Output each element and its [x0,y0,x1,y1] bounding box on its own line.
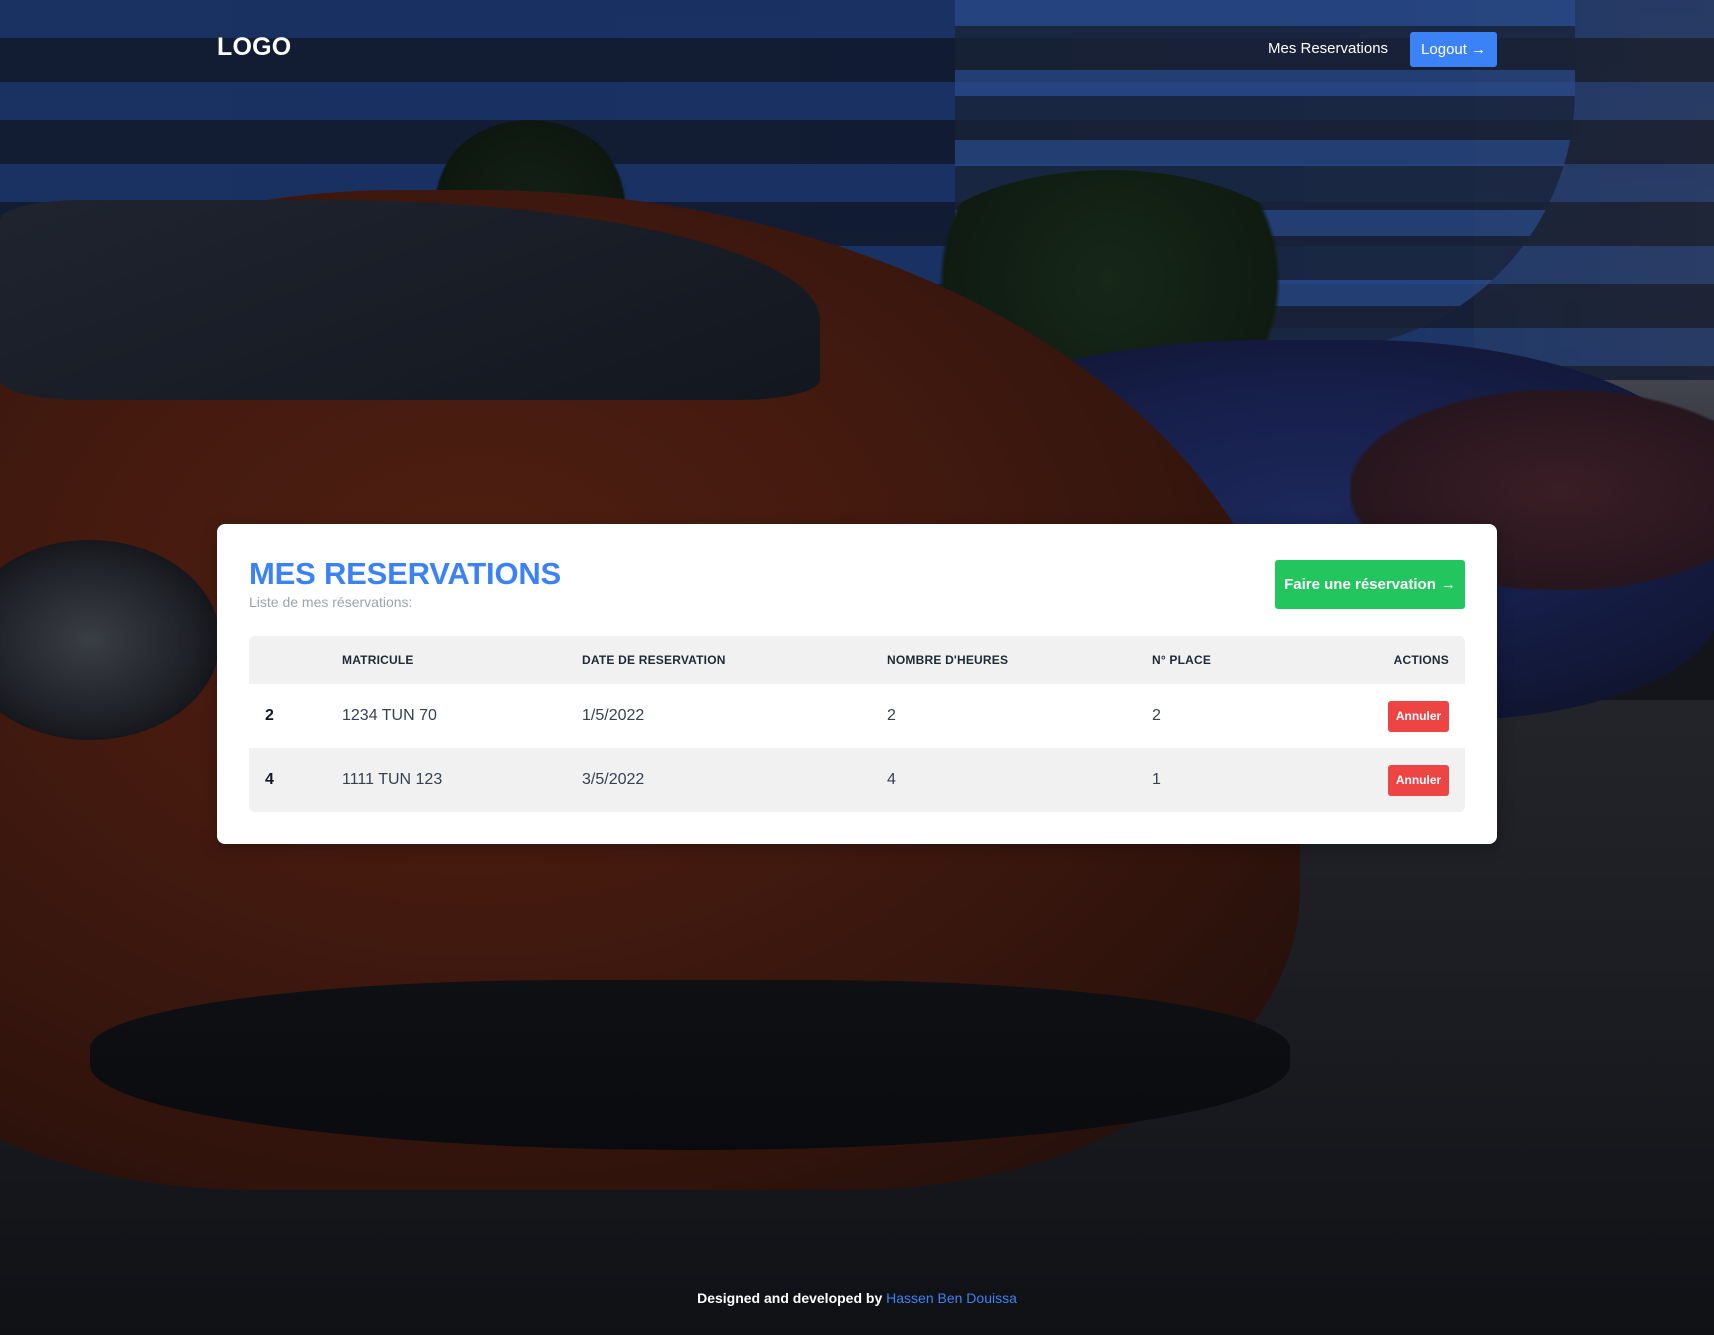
row-hours: 2 [887,707,896,724]
page-title: MES RESERVATIONS [249,556,562,591]
make-reservation-label: Faire une réservation [1284,576,1436,593]
page-subtitle: Liste de mes réservations: [249,594,413,610]
top-navbar: LOGO Mes Reservations Logout → [0,0,1714,100]
cancel-button[interactable]: Annuler [1388,764,1449,796]
reservations-card: MES RESERVATIONS Liste de mes réservatio… [217,524,1497,844]
make-reservation-button[interactable]: Faire une réservation → [1275,560,1465,609]
row-id: 2 [265,707,274,724]
row-matricule: 1234 TUN 70 [342,707,437,724]
footer-credit-text: Designed and developed by [697,1290,883,1306]
row-actions: Annuler [1388,684,1449,748]
column-header-place: N° PLACE [1152,653,1212,667]
table-row: 4 1111 TUN 123 3/5/2022 4 1 Annuler [249,748,1465,812]
column-header-actions: ACTIONS [1393,653,1449,667]
logo[interactable]: LOGO [217,33,291,62]
column-header-matricule: MATRICULE [342,653,414,667]
reservations-table: MATRICULE DATE DE RESERVATION NOMBRE D'H… [249,636,1465,812]
table-header: MATRICULE DATE DE RESERVATION NOMBRE D'H… [249,636,1465,684]
row-hours: 4 [887,771,896,788]
cancel-button[interactable]: Annuler [1388,700,1449,732]
logout-label: Logout [1421,41,1467,58]
page: LOGO Mes Reservations Logout → MES RESER… [0,0,1714,1335]
arrow-right-icon: → [1470,41,1486,58]
column-header-date: DATE DE RESERVATION [582,653,726,667]
row-date: 1/5/2022 [582,707,645,724]
footer-author-link[interactable]: Hassen Ben Douissa [886,1290,1017,1306]
row-id: 4 [265,771,274,788]
row-place: 1 [1152,771,1161,788]
footer: Designed and developed by Hassen Ben Dou… [0,1290,1714,1314]
row-place: 2 [1152,707,1161,724]
arrow-right-icon: → [1440,576,1456,593]
row-matricule: 1111 TUN 123 [342,771,443,788]
nav-link-mes-reservations[interactable]: Mes Reservations [1268,40,1388,57]
column-header-hours: NOMBRE D'HEURES [887,653,1009,667]
logout-button[interactable]: Logout → [1410,32,1497,67]
row-actions: Annuler [1388,748,1449,812]
table-row: 2 1234 TUN 70 1/5/2022 2 2 Annuler [249,684,1465,748]
row-date: 3/5/2022 [582,771,645,788]
